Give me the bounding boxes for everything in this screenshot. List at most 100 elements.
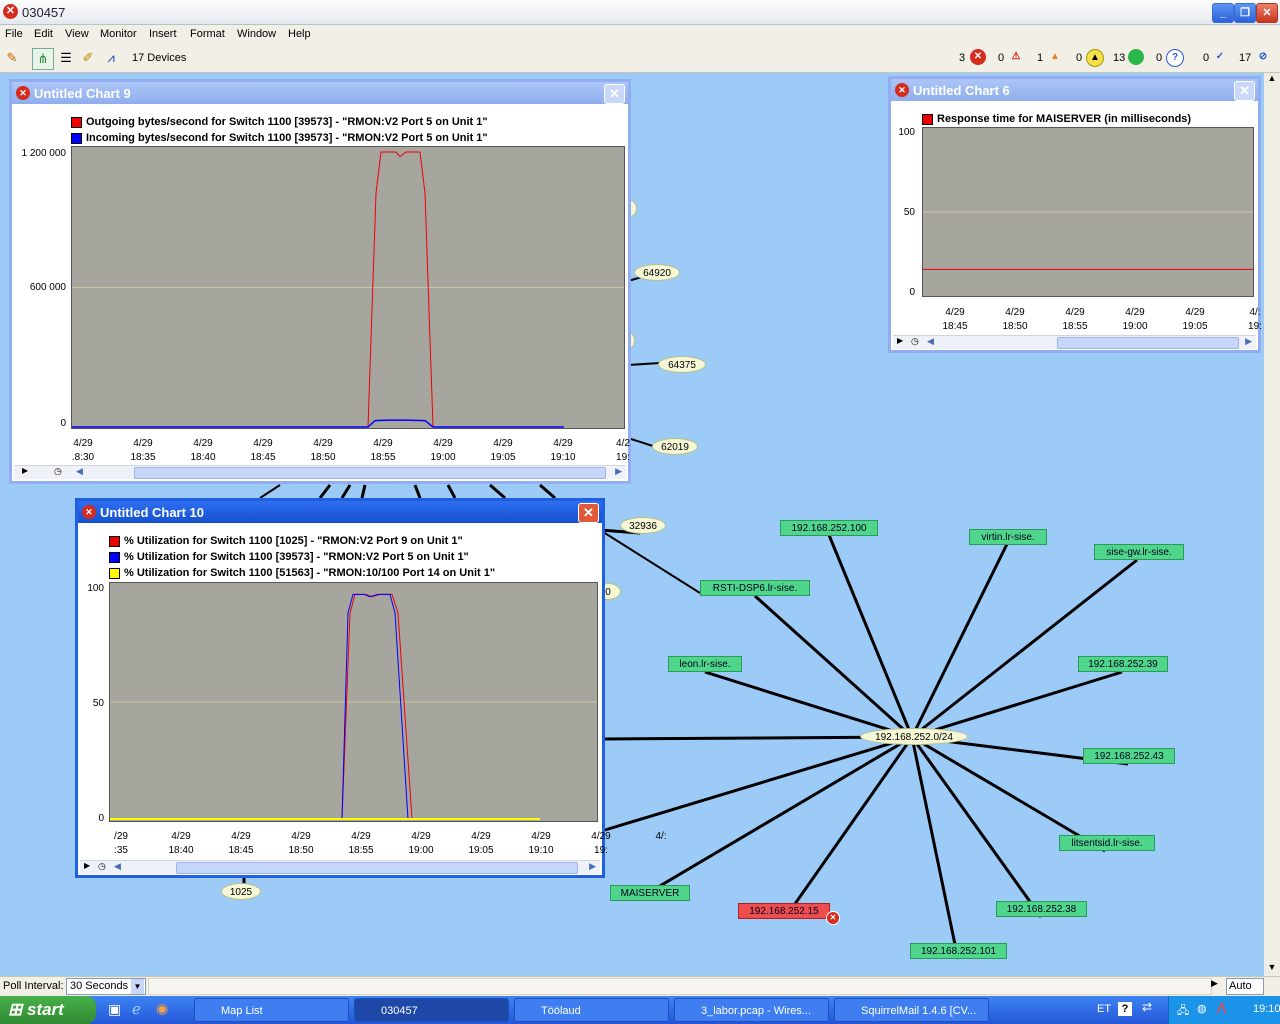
device-node[interactable]: virtin.lr-sise. <box>969 529 1047 545</box>
scroll-thumb[interactable] <box>1057 337 1239 349</box>
port-label[interactable]: 1025 <box>221 883 261 900</box>
subnet-hub[interactable]: 192.168.252.0/24 <box>860 728 968 745</box>
x-tick-date: 4/29 <box>531 831 551 842</box>
scroll-left-icon[interactable]: ◀ <box>927 336 934 347</box>
chevron-down-icon[interactable]: ▼ <box>131 979 144 994</box>
poll-label: Poll Interval: <box>3 980 64 992</box>
scroll-left-icon[interactable]: ◀ <box>76 466 83 477</box>
ie-icon[interactable]: ℯ <box>132 1000 141 1018</box>
series-incoming-line <box>72 419 564 428</box>
device-node[interactable]: 192.168.252.100 <box>780 520 878 536</box>
menu-edit[interactable]: Edit <box>34 28 53 40</box>
chart-close-button[interactable]: ✕ <box>578 503 599 523</box>
minimize-button[interactable]: _ <box>1212 3 1234 23</box>
scroll-right-icon[interactable]: ▶ <box>589 861 596 872</box>
clock-icon[interactable]: ◷ <box>98 861 106 872</box>
task-map-list[interactable]: Map List <box>194 998 349 1022</box>
port-label[interactable]: 32936 <box>620 517 666 534</box>
scroll-right-icon[interactable]: ▶ <box>1211 978 1218 989</box>
device-node[interactable]: RSTI-DSP6.lr-sise. <box>700 580 810 596</box>
edit-pencil-icon[interactable]: ✎ <box>2 48 22 68</box>
chart-window-6[interactable]: ✕ Untitled Chart 6 ✕ Response time for M… <box>888 76 1262 353</box>
legend-item: % Utilization for Switch 1100 [39573] - … <box>109 551 469 563</box>
menu-view[interactable]: View <box>65 28 89 40</box>
chart-scrollbar[interactable]: ▶ ◷ ◀ ▶ <box>893 335 1256 349</box>
clock-icon[interactable]: ◷ <box>911 336 919 347</box>
play-icon[interactable]: ▶ <box>897 336 903 345</box>
chart-close-button[interactable]: ✕ <box>604 84 625 104</box>
device-node-down[interactable]: 192.168.252.15 <box>738 903 830 919</box>
device-node[interactable]: 192.168.252.39 <box>1078 656 1168 672</box>
chart-scrollbar[interactable]: ▶ ◷ ◀ ▶ <box>14 465 626 479</box>
arrows-icon[interactable]: ⇄ <box>1142 1000 1152 1014</box>
device-node[interactable]: 192.168.252.101 <box>910 943 1007 959</box>
scroll-down-icon[interactable]: ▼ <box>1264 962 1280 976</box>
restore-button[interactable]: ❐ <box>1234 3 1256 23</box>
device-node[interactable]: litsentsid.lr-sise. <box>1059 835 1155 851</box>
poll-interval-bar: Poll Interval: 30 Seconds ▼ ▶ Auto <box>0 976 1280 997</box>
task-030457[interactable]: 030457 <box>354 998 509 1022</box>
menu-monitor[interactable]: Monitor <box>100 28 137 40</box>
chart-title-bar[interactable]: ✕ Untitled Chart 6 ✕ <box>891 79 1258 101</box>
legend-label: % Utilization for Switch 1100 [51563] - … <box>124 567 496 579</box>
help-icon[interactable]: ? <box>1118 1002 1132 1016</box>
close-button[interactable]: ✕ <box>1256 3 1278 23</box>
x-tick-time: 19:05 <box>1182 321 1208 332</box>
warning-icon[interactable]: ▲ <box>1086 49 1104 67</box>
map-horizontal-scrollbar[interactable] <box>148 978 1212 995</box>
chart-window-10[interactable]: ✕ Untitled Chart 10 ✕ % Utilization for … <box>75 498 667 878</box>
zoom-select[interactable]: Auto <box>1226 978 1264 995</box>
menu-insert[interactable]: Insert <box>149 28 177 40</box>
play-icon[interactable]: ▶ <box>84 861 90 870</box>
major-warning-icon[interactable]: ⚠ <box>1008 49 1024 65</box>
menu-help[interactable]: Help <box>288 28 311 40</box>
device-node[interactable]: leon.lr-sise. <box>668 656 742 672</box>
language-indicator[interactable]: ET <box>1097 1003 1111 1015</box>
device-node[interactable]: sise-gw.lr-sise. <box>1094 544 1184 560</box>
chart-title-bar[interactable]: ✕ Untitled Chart 9 ✕ <box>12 82 628 104</box>
sound-icon[interactable]: ◍ <box>1197 1002 1207 1015</box>
map-tree-icon[interactable]: ⋔ <box>32 48 54 70</box>
menu-window[interactable]: Window <box>237 28 276 40</box>
scroll-thumb[interactable] <box>134 467 606 479</box>
scroll-up-icon[interactable]: ▲ <box>1264 73 1280 87</box>
critical-icon[interactable]: ✕ <box>970 49 986 65</box>
antivirus-icon[interactable]: ⋀ <box>1217 1001 1226 1014</box>
list-view-icon[interactable]: ☰ <box>56 48 76 68</box>
wand-icon[interactable]: ✐ <box>78 48 98 68</box>
menu-format[interactable]: Format <box>190 28 225 40</box>
map-vertical-scrollbar[interactable]: ▲ ▼ <box>1264 73 1280 976</box>
scroll-right-icon[interactable]: ▶ <box>615 466 622 477</box>
port-label[interactable]: 64375 <box>658 356 706 373</box>
task-desktop[interactable]: Töölaud <box>514 998 669 1022</box>
scroll-right-icon[interactable]: ▶ <box>1245 336 1252 347</box>
poll-interval-select[interactable]: 30 Seconds ▼ <box>66 978 146 995</box>
device-node[interactable]: 192.168.252.43 <box>1083 748 1175 764</box>
ok-icon[interactable] <box>1128 49 1144 65</box>
firefox-icon[interactable]: ◉ <box>156 1000 168 1017</box>
total-check-icon[interactable]: ⊘ <box>1255 49 1271 65</box>
port-label[interactable]: 64920 <box>634 264 680 281</box>
zoom-value: Auto <box>1229 980 1252 992</box>
chart-scrollbar[interactable]: ▶ ◷ ◀ ▶ <box>80 860 600 874</box>
menu-file[interactable]: File <box>5 28 23 40</box>
scroll-thumb[interactable] <box>176 862 578 874</box>
clock-icon[interactable]: ◷ <box>54 466 62 477</box>
minor-warning-icon[interactable]: ▲ <box>1047 49 1063 65</box>
network-icon[interactable]: 🖧 <box>1177 1002 1189 1021</box>
start-button[interactable]: ⊞ start <box>0 996 96 1024</box>
port-label[interactable]: 62019 <box>652 438 698 455</box>
chart-window-9[interactable]: ✕ Untitled Chart 9 ✕ Outgoing bytes/seco… <box>9 79 631 484</box>
unknown-icon[interactable]: ? <box>1166 49 1184 67</box>
task-squirrelmail[interactable]: SquirrelMail 1.4.6 [CV... <box>834 998 989 1022</box>
chart-title-bar[interactable]: ✕ Untitled Chart 10 ✕ <box>78 501 602 523</box>
play-icon[interactable]: ▶ <box>22 466 28 475</box>
device-node[interactable]: MAISERVER <box>610 885 690 901</box>
task-wireshark[interactable]: 3_labor.pcap - Wires... <box>674 998 829 1022</box>
chart-icon[interactable]: ⩘ <box>101 48 121 68</box>
chart-close-button[interactable]: ✕ <box>1234 81 1255 101</box>
scroll-left-icon[interactable]: ◀ <box>114 861 121 872</box>
acknowledged-icon[interactable]: ✓ <box>1212 49 1228 65</box>
device-node[interactable]: 192.168.252.38 <box>996 901 1087 917</box>
show-desktop-icon[interactable]: ▣ <box>108 1001 121 1018</box>
